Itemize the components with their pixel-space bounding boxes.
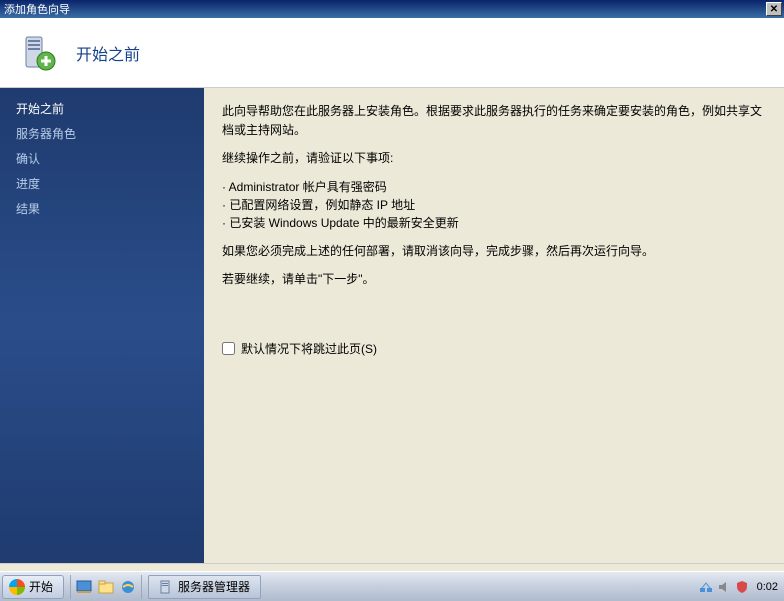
window-close-button[interactable]: ✕ bbox=[766, 2, 782, 16]
skip-page-checkbox[interactable] bbox=[222, 342, 235, 355]
bullet-item: Administrator 帐户具有强密码 bbox=[222, 178, 766, 196]
taskbar-task-server-manager[interactable]: 服务器管理器 bbox=[148, 575, 261, 599]
tray-volume-icon[interactable] bbox=[717, 580, 731, 594]
bullet-item: 已配置网络设置，例如静态 IP 地址 bbox=[222, 196, 766, 214]
server-role-icon bbox=[18, 33, 58, 73]
sidebar-item-results[interactable]: 结果 bbox=[0, 196, 204, 221]
start-label: 开始 bbox=[29, 578, 53, 595]
sidebar-item-progress[interactable]: 进度 bbox=[0, 171, 204, 196]
system-tray: 0:02 bbox=[693, 575, 784, 599]
task-label: 服务器管理器 bbox=[178, 578, 250, 595]
wizard-content: 此向导帮助您在此服务器上安装角色。根据要求此服务器执行的任务来确定要安装的角色，… bbox=[204, 88, 784, 563]
taskbar: 开始 服务器管理器 0:02 bbox=[0, 571, 784, 601]
tray-network-icon[interactable] bbox=[699, 580, 713, 594]
explorer-icon[interactable] bbox=[97, 578, 115, 596]
verify-heading: 继续操作之前，请验证以下事项: bbox=[222, 149, 766, 168]
window-title: 添加角色向导 bbox=[2, 1, 766, 17]
skip-page-label: 默认情况下将跳过此页(S) bbox=[241, 340, 377, 357]
start-button[interactable]: 开始 bbox=[2, 575, 64, 599]
windows-logo-icon bbox=[9, 579, 25, 595]
quick-launch bbox=[70, 575, 142, 599]
show-desktop-icon[interactable] bbox=[75, 578, 93, 596]
taskbar-clock[interactable]: 0:02 bbox=[753, 581, 778, 593]
verify-bullets: Administrator 帐户具有强密码 已配置网络设置，例如静态 IP 地址… bbox=[222, 178, 766, 232]
intro-paragraph: 此向导帮助您在此服务器上安装角色。根据要求此服务器执行的任务来确定要安装的角色，… bbox=[222, 102, 766, 139]
server-manager-icon bbox=[159, 580, 173, 594]
ie-icon[interactable] bbox=[119, 578, 137, 596]
page-title: 开始之前 bbox=[76, 41, 140, 65]
window-titlebar: 添加角色向导 ✕ bbox=[0, 0, 784, 18]
continue-paragraph: 若要继续，请单击"下一步"。 bbox=[222, 270, 766, 289]
sidebar-item-server-roles[interactable]: 服务器角色 bbox=[0, 121, 204, 146]
bullet-item: 已安装 Windows Update 中的最新安全更新 bbox=[222, 214, 766, 232]
wizard-sidebar: 开始之前 服务器角色 确认 进度 结果 bbox=[0, 88, 204, 563]
wizard-header: 开始之前 bbox=[0, 18, 784, 88]
cancel-advice-paragraph: 如果您必须完成上述的任何部署，请取消该向导，完成步骤，然后再次运行向导。 bbox=[222, 242, 766, 261]
skip-page-row[interactable]: 默认情况下将跳过此页(S) bbox=[222, 340, 377, 357]
sidebar-item-confirmation[interactable]: 确认 bbox=[0, 146, 204, 171]
tray-shield-icon[interactable] bbox=[735, 580, 749, 594]
sidebar-item-before-you-begin[interactable]: 开始之前 bbox=[0, 96, 204, 121]
